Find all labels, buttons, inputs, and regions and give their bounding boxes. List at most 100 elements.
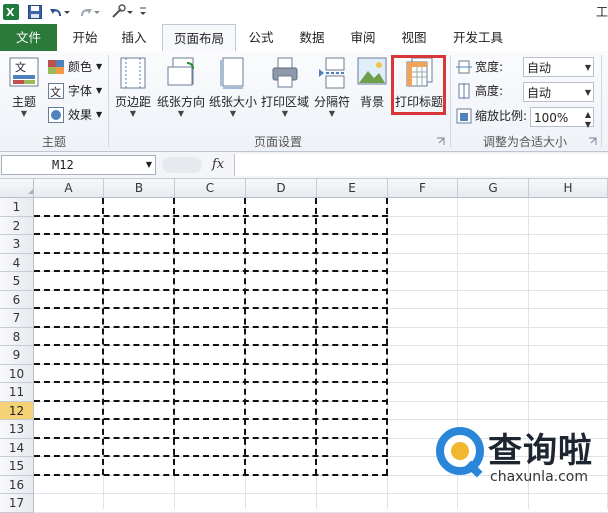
column-header-c[interactable]: C — [175, 179, 246, 198]
theme-effects-button[interactable]: 效果 ▼ — [48, 105, 102, 125]
height-select[interactable]: 自动 ▼ — [523, 82, 594, 102]
width-label-row: 宽度: — [456, 57, 503, 77]
chevron-down-icon: ▼ — [584, 88, 591, 97]
orientation-icon — [167, 57, 195, 92]
group-label-themes: 主题 — [41, 135, 66, 149]
tab-developer[interactable]: 开发工具 — [445, 24, 511, 51]
tab-page-layout[interactable]: 页面布局 — [162, 24, 236, 52]
margins-button[interactable]: 页边距 ▼ — [111, 53, 155, 129]
watermark-domain: chaxunla.com — [490, 469, 588, 485]
chevron-down-icon: ▼ — [129, 109, 137, 118]
row-header-3[interactable]: 3 — [0, 235, 34, 254]
dashed-column-border — [244, 198, 246, 475]
column-header-g[interactable]: G — [458, 179, 529, 198]
size-button[interactable]: 纸张大小 ▼ — [208, 53, 258, 129]
print-area-icon — [271, 57, 299, 92]
chevron-down-icon: ▼ — [145, 160, 152, 169]
undo-icon[interactable] — [49, 3, 71, 20]
tab-review[interactable]: 审阅 — [342, 24, 384, 51]
formula-bar: M12 ▼ fx — [0, 152, 608, 179]
dashed-row-border — [34, 418, 388, 420]
tab-insert[interactable]: 插入 — [113, 24, 155, 51]
dashed-row-border — [34, 233, 388, 235]
redo-icon[interactable] — [79, 3, 101, 20]
quick-access-toolbar: X 工 — [0, 0, 608, 24]
column-header-b[interactable]: B — [104, 179, 175, 198]
row-header-1[interactable]: 1 — [0, 198, 34, 217]
chevron-down-icon: ▼ — [328, 109, 336, 118]
group-label-page-setup: 页面设置 — [253, 135, 302, 149]
save-icon[interactable] — [27, 3, 43, 20]
paper-size-icon — [220, 57, 246, 92]
row-header-16[interactable]: 16 — [0, 476, 34, 494]
row-header-2[interactable]: 2 — [0, 217, 34, 235]
chevron-down-icon: ▼ — [177, 109, 185, 118]
tab-data[interactable]: 数据 — [291, 24, 333, 51]
row-header-4[interactable]: 4 — [0, 254, 34, 272]
spin-down-icon[interactable]: ▼ — [585, 115, 591, 135]
scale-dialog-launcher-icon[interactable] — [588, 135, 597, 145]
row-header-8[interactable]: 8 — [0, 328, 34, 346]
dashed-row-border — [34, 474, 388, 476]
scale-spinner[interactable]: 100% ▲ ▼ — [530, 107, 594, 129]
formula-input[interactable] — [234, 154, 608, 176]
row-header-11[interactable]: 11 — [0, 383, 34, 402]
row-header-13[interactable]: 13 — [0, 420, 34, 439]
orientation-button[interactable]: 纸张方向 ▼ — [156, 53, 206, 129]
print-area-button[interactable]: 打印区域 ▼ — [260, 53, 310, 129]
height-icon — [458, 83, 470, 99]
theme-fonts-button[interactable]: 文 字体 ▼ — [48, 81, 102, 101]
tab-file[interactable]: 文件 — [0, 24, 57, 51]
row-header-9[interactable]: 9 — [0, 346, 34, 365]
watermark-logo: 查询啦 chaxunla.com — [430, 421, 608, 509]
name-box[interactable]: M12 ▼ — [1, 155, 156, 175]
width-icon — [456, 60, 472, 74]
chevron-down-icon: ▼ — [96, 86, 103, 95]
row-header-5[interactable]: 5 — [0, 272, 34, 291]
column-header-e[interactable]: E — [317, 179, 388, 198]
tab-home[interactable]: 开始 — [64, 24, 106, 51]
tab-view[interactable]: 视图 — [393, 24, 435, 51]
row-header-17[interactable]: 17 — [0, 494, 34, 513]
chevron-down-icon: ▼ — [281, 109, 289, 118]
page-setup-dialog-launcher-icon[interactable] — [436, 135, 445, 145]
dashed-row-border — [34, 363, 388, 365]
insert-function-button[interactable]: fx — [212, 155, 232, 175]
page-breaks-icon — [318, 57, 346, 92]
svg-text:文: 文 — [50, 85, 61, 99]
column-header-a[interactable]: A — [34, 179, 104, 198]
theme-colors-button[interactable]: 颜色 ▼ — [48, 57, 102, 77]
formula-bar-splitter[interactable] — [162, 157, 202, 173]
row-header-15[interactable]: 15 — [0, 457, 34, 476]
chevron-down-icon: ▼ — [96, 110, 103, 119]
row-header-7[interactable]: 7 — [0, 309, 34, 328]
dashed-row-border — [34, 307, 388, 309]
row-header-12[interactable]: 12 — [0, 402, 34, 420]
column-header-h[interactable]: H — [529, 179, 608, 198]
breaks-button[interactable]: 分隔符 ▼ — [312, 53, 352, 129]
dashed-column-border — [102, 198, 104, 475]
watermark-brand: 查询啦 — [488, 431, 593, 471]
background-button[interactable]: 背景 — [354, 53, 390, 129]
row-header-10[interactable]: 10 — [0, 365, 34, 383]
row-header-14[interactable]: 14 — [0, 439, 34, 457]
window-title-fragment: 工 — [596, 5, 608, 19]
themes-button[interactable]: 文 主题 ▼ — [4, 53, 44, 129]
tab-formulas[interactable]: 公式 — [240, 24, 282, 51]
svg-text:文: 文 — [15, 60, 26, 74]
column-header-d[interactable]: D — [246, 179, 317, 198]
height-label-row: 高度: — [456, 81, 503, 101]
customize-tools-icon[interactable] — [110, 3, 134, 20]
row-header-6[interactable]: 6 — [0, 291, 34, 309]
width-select[interactable]: 自动 ▼ — [523, 57, 594, 77]
qat-dropdown-icon[interactable] — [138, 3, 148, 20]
select-all-corner[interactable] — [0, 179, 34, 198]
column-header-f[interactable]: F — [388, 179, 458, 198]
dashed-row-border — [34, 252, 388, 254]
dashed-column-border — [315, 198, 317, 475]
chevron-down-icon: ▼ — [96, 62, 103, 71]
chevron-down-icon: ▼ — [20, 109, 28, 118]
themes-icon: 文 — [9, 57, 39, 90]
dashed-row-border — [34, 326, 388, 328]
dashed-row-border — [34, 455, 388, 457]
